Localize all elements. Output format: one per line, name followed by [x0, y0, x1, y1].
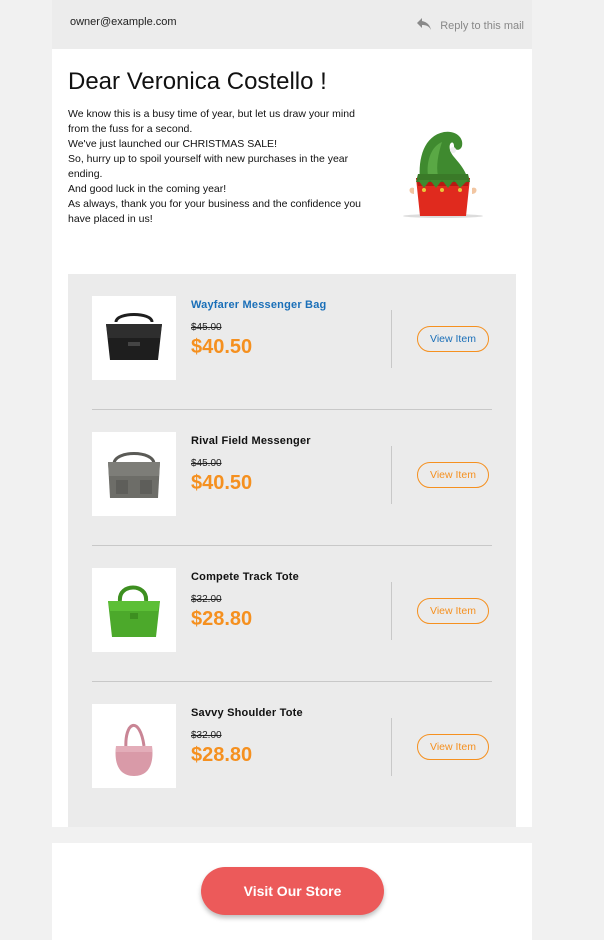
product-card: Savvy Shoulder Tote $32.00 $28.80 View I…: [68, 682, 516, 818]
tote-bag-icon: [108, 585, 160, 637]
view-item-button[interactable]: View Item: [417, 598, 489, 624]
messenger-bag-icon: [108, 452, 160, 498]
product-name[interactable]: Compete Track Tote: [191, 571, 299, 583]
elf-hat-icon: [403, 131, 483, 218]
intro-line: We've just launched our CHRISTMAS SALE!: [68, 138, 277, 150]
section-spacer: [52, 827, 532, 843]
sale-price: $40.50: [191, 336, 253, 358]
intro-line: from the fuss for a second.: [68, 123, 193, 135]
intro-line: So, hurry up to spoil yourself with new …: [68, 153, 349, 165]
view-item-button[interactable]: View Item: [417, 462, 489, 488]
sale-price: $40.50: [191, 472, 253, 494]
intro-line: We know this is a busy time of year, but…: [68, 108, 355, 120]
intro-line: ending.: [68, 168, 103, 180]
view-item-button[interactable]: View Item: [417, 326, 489, 352]
divider: [391, 446, 392, 504]
old-price: $45.00: [191, 322, 222, 333]
product-name-link[interactable]: Wayfarer Messenger Bag: [191, 299, 326, 311]
messenger-bag-icon: [106, 313, 162, 360]
divider: [391, 582, 392, 640]
product-name[interactable]: Savvy Shoulder Tote: [191, 707, 303, 719]
product-name[interactable]: Rival Field Messenger: [191, 435, 311, 447]
product-image[interactable]: [92, 296, 176, 380]
old-price: $45.00: [191, 458, 222, 469]
mail-header-bar: owner@example.com Reply to this mail: [52, 0, 532, 49]
sale-price: $28.80: [191, 744, 253, 766]
product-card: Wayfarer Messenger Bag $45.00 $40.50 Vie…: [68, 274, 516, 410]
greeting-heading: Dear Veronica Costello !: [68, 68, 327, 95]
old-price: $32.00: [191, 594, 222, 605]
intro-line: And good luck in the coming year!: [68, 183, 227, 195]
product-list: Wayfarer Messenger Bag $45.00 $40.50 Vie…: [68, 274, 516, 827]
intro-text: We know this is a busy time of year, but…: [68, 107, 388, 227]
product-card: Rival Field Messenger $45.00 $40.50 View…: [68, 410, 516, 546]
product-image[interactable]: [92, 432, 176, 516]
old-price: $32.00: [191, 730, 222, 741]
divider: [391, 310, 392, 368]
reply-label[interactable]: Reply to this mail: [440, 20, 524, 32]
reply-icon[interactable]: [416, 17, 432, 31]
divider: [391, 718, 392, 776]
product-image[interactable]: [92, 704, 176, 788]
intro-line: have placed in us!: [68, 213, 153, 225]
product-card: Compete Track Tote $32.00 $28.80 View It…: [68, 546, 516, 682]
intro-line: As always, thank you for your business a…: [68, 198, 362, 210]
visit-store-button[interactable]: Visit Our Store: [201, 867, 384, 915]
product-image[interactable]: [92, 568, 176, 652]
email-body: owner@example.com Reply to this mail Dea…: [52, 0, 532, 940]
reply-link[interactable]: Reply to this mail: [416, 16, 524, 32]
sale-price: $28.80: [191, 608, 253, 630]
sender-address: owner@example.com: [70, 16, 177, 28]
shoulder-bag-icon: [115, 723, 153, 776]
view-item-button[interactable]: View Item: [417, 734, 489, 760]
